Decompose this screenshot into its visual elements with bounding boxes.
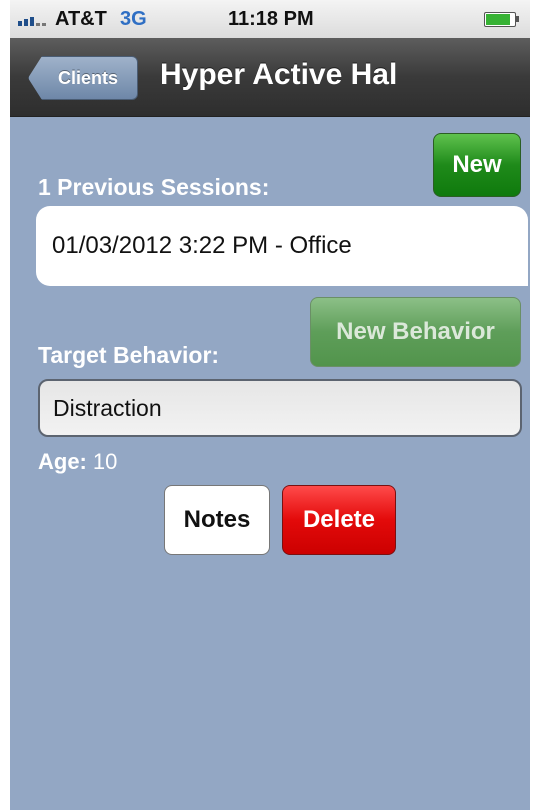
carrier-name: AT&T — [55, 8, 107, 30]
delete-button[interactable]: Delete — [282, 485, 396, 555]
age-label: Age: — [38, 449, 87, 474]
network-type: 3G — [120, 8, 147, 30]
age-value: 10 — [92, 449, 118, 474]
phone-screen: AT&T 3G 11:18 PM Clients Hyper Active Ha… — [10, 0, 530, 810]
previous-sessions-label: 1 Previous Sessions: — [38, 174, 270, 200]
page-title: Hyper Active Hal — [160, 58, 398, 91]
battery-level-fill — [486, 14, 510, 25]
battery-icon — [484, 12, 519, 27]
sessions-list: 01/03/2012 3:22 PM - Office — [36, 206, 528, 286]
status-bar: AT&T 3G 11:18 PM — [10, 0, 530, 38]
new-session-button[interactable]: New — [433, 133, 521, 197]
target-behavior-label: Target Behavior: — [38, 342, 220, 368]
age-row: Age: 10 — [38, 449, 117, 475]
session-row[interactable]: 01/03/2012 3:22 PM - Office — [52, 232, 352, 260]
target-behavior-field[interactable]: Distraction — [38, 379, 522, 437]
back-button-clients[interactable]: Clients — [28, 56, 138, 100]
navigation-bar: Clients Hyper Active Hal — [10, 38, 530, 117]
signal-bars-icon — [18, 12, 46, 26]
new-behavior-button[interactable]: New Behavior — [310, 297, 521, 367]
status-time: 11:18 PM — [228, 8, 314, 30]
notes-button[interactable]: Notes — [164, 485, 270, 555]
